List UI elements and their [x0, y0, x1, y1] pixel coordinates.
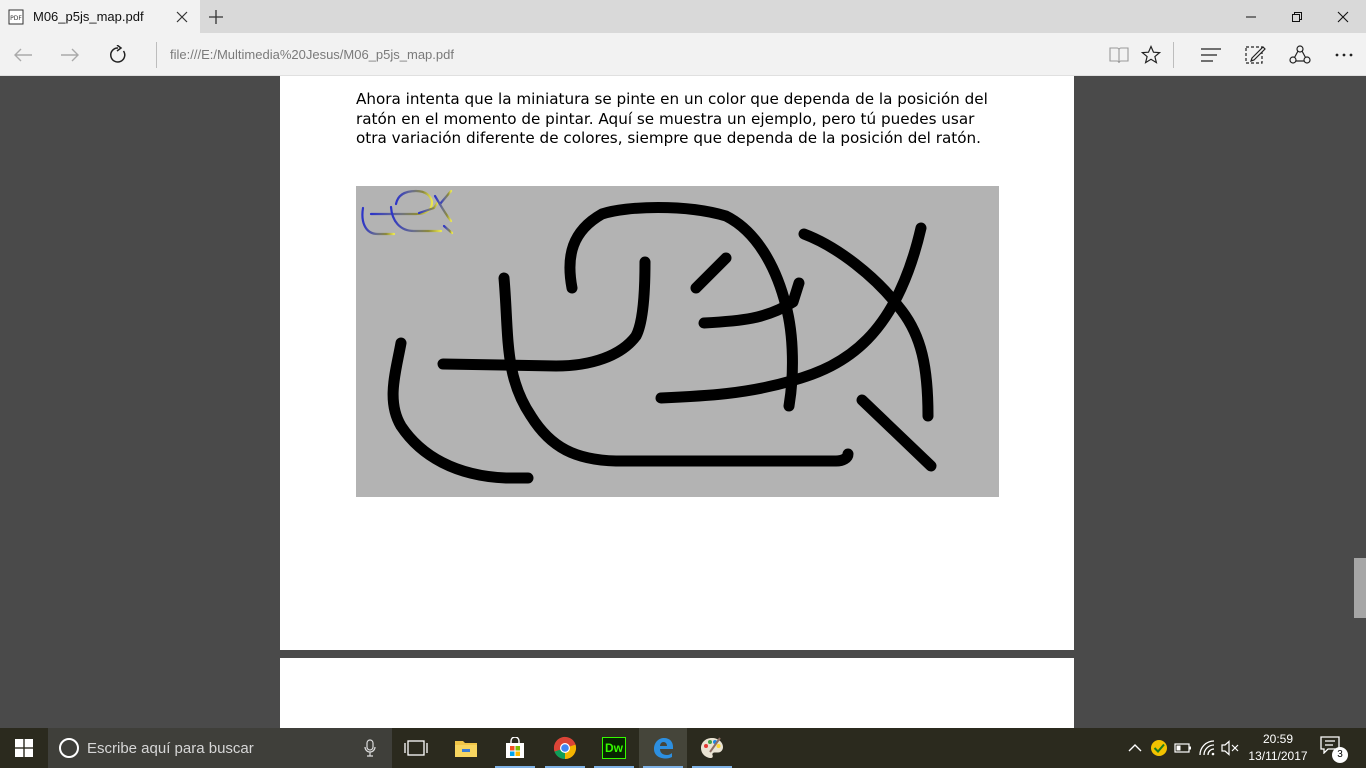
pdf-page-2 — [280, 658, 1074, 728]
star-icon — [1141, 45, 1161, 64]
address-separator — [156, 42, 157, 68]
clock-time: 20:59 — [1262, 732, 1294, 746]
battery-icon — [1174, 743, 1191, 753]
hub-button[interactable] — [1198, 42, 1224, 68]
forward-button[interactable] — [57, 42, 83, 68]
scrollbar-thumb[interactable] — [1354, 558, 1366, 618]
chevron-up-icon — [1128, 744, 1142, 752]
edge-button[interactable] — [639, 728, 687, 768]
paint-icon — [701, 737, 723, 758]
forward-arrow-icon — [61, 48, 79, 62]
share-button[interactable] — [1287, 42, 1313, 68]
back-arrow-icon — [14, 48, 32, 62]
task-view-icon — [404, 740, 428, 756]
tab-title: M06_p5js_map.pdf — [33, 9, 144, 24]
windows-logo-icon — [15, 739, 33, 757]
microphone-icon[interactable] — [360, 738, 380, 758]
taskbar-search[interactable]: Escribe aquí para buscar — [48, 728, 392, 768]
dreamweaver-icon: Dw — [602, 737, 626, 759]
black-drawing — [387, 202, 937, 484]
new-tab-button[interactable] — [205, 8, 227, 26]
show-hidden-icons-button[interactable] — [1126, 738, 1144, 758]
edge-icon — [654, 738, 673, 759]
back-button[interactable] — [10, 42, 36, 68]
thumbnail-drawing — [361, 189, 454, 236]
close-icon[interactable] — [174, 9, 190, 25]
refresh-icon — [110, 45, 126, 63]
navigation-bar: file:///E:/Multimedia%20Jesus/M06_p5js_m… — [0, 33, 1366, 76]
security-icon — [1151, 740, 1167, 756]
tab-pdf[interactable]: PDF M06_p5js_map.pdf — [0, 0, 200, 33]
restore-button[interactable] — [1274, 0, 1320, 33]
scrollbar-track[interactable] — [1354, 76, 1366, 728]
dreamweaver-button[interactable]: Dw — [590, 728, 638, 768]
tab-strip: PDF M06_p5js_map.pdf — [0, 0, 1366, 33]
web-note-button[interactable] — [1242, 42, 1268, 68]
file-explorer-button[interactable] — [442, 728, 490, 768]
cortana-icon — [59, 738, 79, 758]
address-input[interactable]: file:///E:/Multimedia%20Jesus/M06_p5js_m… — [170, 47, 454, 62]
file-explorer-icon — [455, 741, 477, 757]
start-button[interactable] — [0, 728, 48, 768]
hub-icon — [1201, 48, 1221, 62]
wifi-icon — [1199, 740, 1215, 756]
web-note-icon — [1245, 46, 1266, 64]
security-tray-button[interactable] — [1150, 738, 1168, 758]
pdf-paragraph: Ahora intenta que la miniatura se pinte … — [356, 90, 988, 148]
chrome-button[interactable] — [541, 728, 589, 768]
dreamweaver-label: Dw — [605, 741, 623, 755]
pdf-viewer[interactable]: Ahora intenta que la miniatura se pinte … — [0, 76, 1366, 728]
minimize-icon — [1246, 16, 1256, 17]
more-button[interactable] — [1331, 42, 1357, 68]
action-center-button[interactable]: 3 — [1320, 736, 1348, 763]
svg-text:PDF: PDF — [10, 15, 22, 22]
plus-icon — [209, 10, 223, 24]
store-icon — [506, 737, 524, 758]
refresh-button[interactable] — [105, 42, 131, 68]
chrome-icon — [553, 736, 577, 760]
favorite-button[interactable] — [1138, 42, 1164, 68]
clock-date: 13/11/2017 — [1248, 749, 1308, 763]
paint-button[interactable] — [688, 728, 736, 768]
network-tray-button[interactable] — [1198, 738, 1216, 758]
notification-count-badge: 3 — [1332, 747, 1348, 763]
volume-tray-button[interactable] — [1221, 738, 1239, 758]
taskbar-clock[interactable]: 20:59 13/11/2017 — [1240, 731, 1316, 765]
pdf-icon: PDF — [8, 9, 24, 25]
close-icon — [1337, 11, 1349, 22]
task-view-button[interactable] — [392, 728, 440, 768]
reading-view-button[interactable] — [1106, 42, 1132, 68]
reading-view-icon — [1109, 47, 1129, 64]
restore-icon — [1292, 11, 1302, 22]
search-placeholder: Escribe aquí para buscar — [87, 739, 254, 757]
minimize-button[interactable] — [1228, 0, 1274, 33]
share-icon — [1289, 45, 1311, 64]
pdf-figure — [356, 186, 999, 497]
taskbar: Escribe aquí para buscar Dw 20:59 13/11/… — [0, 728, 1366, 768]
drawing-figure — [361, 189, 937, 484]
more-icon — [1335, 53, 1353, 57]
close-window-button[interactable] — [1320, 0, 1366, 33]
pdf-page: Ahora intenta que la miniatura se pinte … — [280, 76, 1074, 650]
volume-muted-icon — [1221, 740, 1239, 756]
store-button[interactable] — [491, 728, 539, 768]
toolbar-separator — [1173, 42, 1174, 68]
battery-tray-button[interactable] — [1174, 738, 1192, 758]
